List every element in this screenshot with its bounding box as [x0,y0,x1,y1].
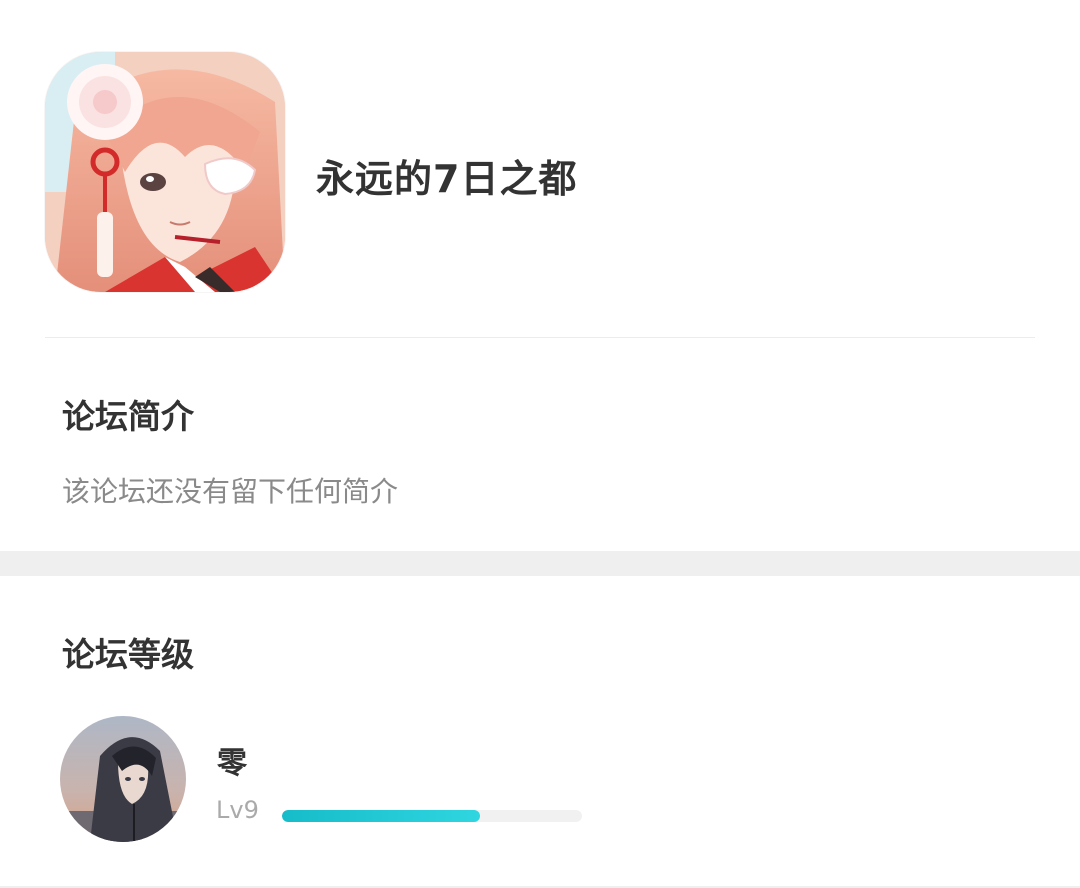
level-label: Lv9 [216,796,259,824]
level-progress-bar [282,810,582,822]
forum-name: 永远的7日之都 [316,157,578,201]
intro-text: 该论坛还没有留下任何简介 [62,475,399,508]
header-divider [45,337,1035,338]
intro-section-title: 论坛简介 [62,397,194,436]
forum-info-page: 永远的7日之都 论坛简介 该论坛还没有留下任何简介 论坛等级 零 Lv9 [0,0,1080,888]
user-name: 零 [217,746,247,781]
user-avatar[interactable] [60,716,186,842]
forum-header: 永远的7日之都 [0,0,1080,338]
level-progress-fill [282,810,480,822]
forum-app-icon [45,52,285,292]
section-separator [0,551,1080,576]
level-section-title: 论坛等级 [62,635,194,674]
